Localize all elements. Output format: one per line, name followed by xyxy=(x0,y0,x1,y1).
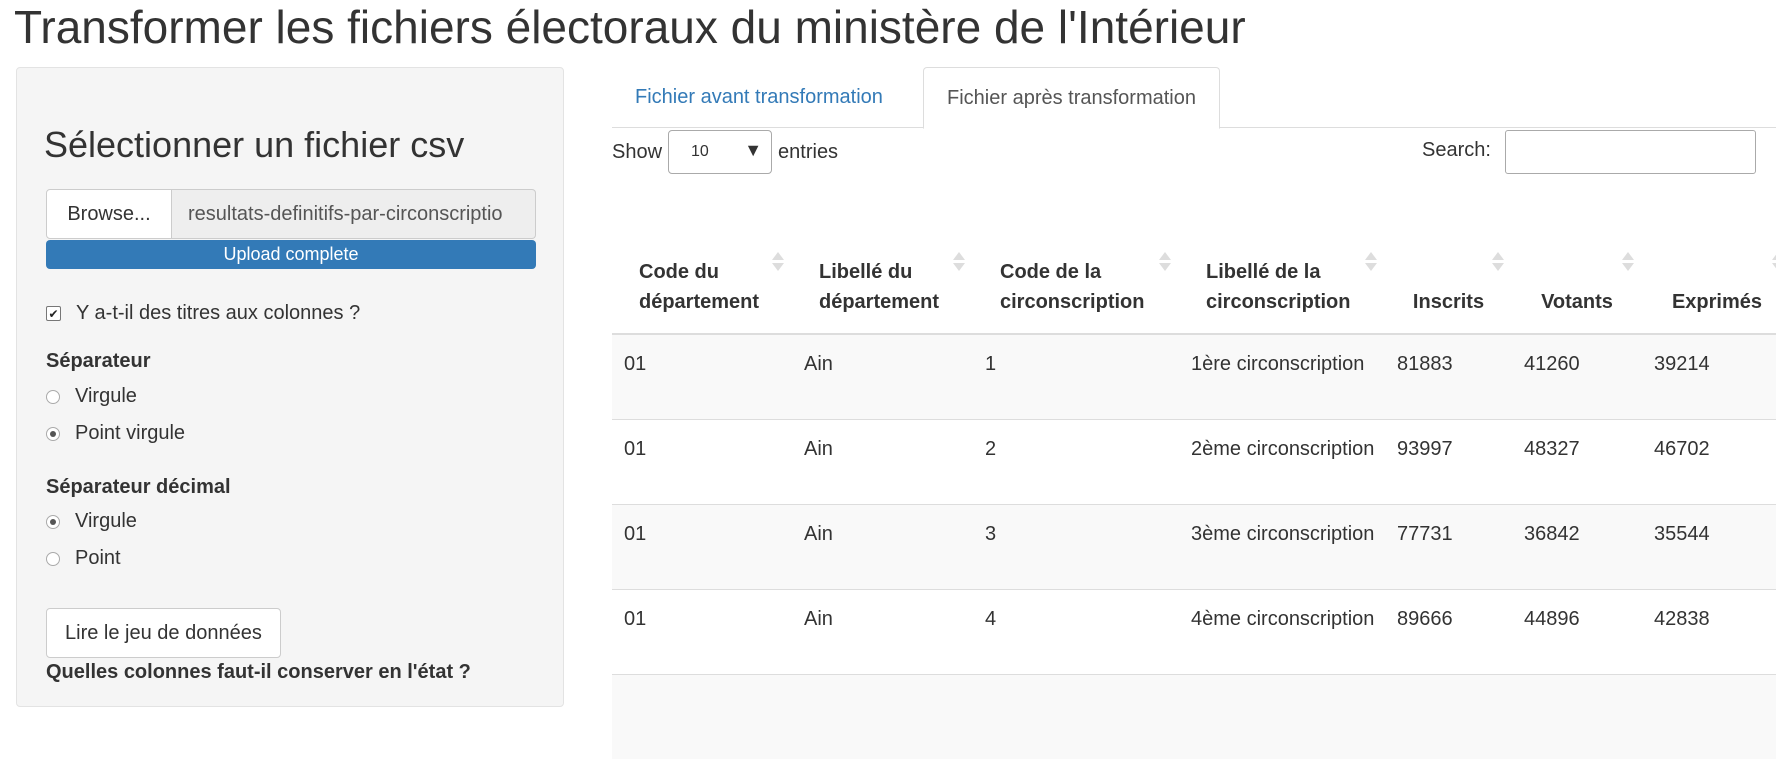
file-section-heading: Sélectionner un fichier csv xyxy=(44,124,465,165)
sort-icon xyxy=(1772,252,1776,274)
table-cell xyxy=(973,673,1179,759)
file-input-group: Browse... resultats-definitifs-par-circo… xyxy=(46,189,536,239)
table-cell: 1ère circonscription xyxy=(1179,333,1385,419)
decimal-option-point[interactable]: Point xyxy=(46,547,121,570)
table-cell: 01 xyxy=(612,588,792,674)
search-label: Search: xyxy=(1422,139,1491,161)
table-header-row: Code du département Libellé du départeme… xyxy=(612,246,1776,335)
radio-button[interactable] xyxy=(46,426,60,441)
table-cell: 77731 xyxy=(1385,503,1512,589)
table-cell: 4ème circonscription xyxy=(1179,588,1385,674)
table-cell: 4 xyxy=(973,588,1179,674)
decimal-option-virgule[interactable]: Virgule xyxy=(46,510,137,533)
radio-button[interactable] xyxy=(46,514,60,529)
sort-icon xyxy=(1365,252,1377,274)
radio-label: Point xyxy=(75,547,121,569)
table-row: 01 Ain 1 1ère circonscription 81883 4126… xyxy=(612,333,1776,419)
header-checkbox-label: Y a-t-il des titres aux colonnes ? xyxy=(76,302,361,324)
table-cell: 01 xyxy=(612,333,792,419)
tab-bar: Fichier avant transformation Fichier apr… xyxy=(612,67,1776,129)
table-cell: 2 xyxy=(973,418,1179,504)
dropdown-arrow-icon: ▼ xyxy=(744,140,763,160)
table-cell: 41260 xyxy=(1512,333,1642,419)
table-row xyxy=(612,673,1776,759)
table-cell: Ain xyxy=(792,418,973,504)
sort-icon xyxy=(772,252,784,274)
data-table: Code du département Libellé du départeme… xyxy=(612,246,1776,759)
column-header-libelle-departement[interactable]: Libellé du département xyxy=(792,246,973,335)
separator-label: Séparateur xyxy=(46,350,151,372)
table-cell: 89666 xyxy=(1385,588,1512,674)
table-cell: Ain xyxy=(792,333,973,419)
header-checkbox-row[interactable]: ✔ Y a-t-il des titres aux colonnes ? xyxy=(46,302,360,325)
table-cell: 01 xyxy=(612,503,792,589)
table-row: 01 Ain 3 3ème circonscription 77731 3684… xyxy=(612,503,1776,589)
tab-before-transformation[interactable]: Fichier avant transformation xyxy=(612,67,906,128)
column-header-inscrits[interactable]: Inscrits xyxy=(1385,246,1512,335)
entries-length-value: 10 xyxy=(691,143,709,160)
table-cell: 36842 xyxy=(1512,503,1642,589)
header-checkbox[interactable]: ✔ xyxy=(46,306,61,321)
table-cell xyxy=(1642,673,1776,759)
table-cell: Ain xyxy=(792,503,973,589)
decimal-separator-label: Séparateur décimal xyxy=(46,476,231,498)
table-cell xyxy=(1385,673,1512,759)
radio-label: Point virgule xyxy=(75,422,186,444)
sort-icon xyxy=(953,252,965,274)
entries-label: entries xyxy=(778,140,839,163)
table-cell: 35544 xyxy=(1642,503,1776,589)
sort-icon xyxy=(1622,252,1634,274)
table-cell: 3 xyxy=(973,503,1179,589)
read-dataset-button[interactable]: Lire le jeu de données xyxy=(46,608,281,658)
column-header-votants[interactable]: Votants xyxy=(1512,246,1642,335)
table-cell: 39214 xyxy=(1642,333,1776,419)
table-cell xyxy=(1512,673,1642,759)
table-cell: 44896 xyxy=(1512,588,1642,674)
table-cell: 1 xyxy=(973,333,1179,419)
table-cell: 42838 xyxy=(1642,588,1776,674)
tab-after-transformation[interactable]: Fichier après transformation xyxy=(923,67,1220,129)
table-cell: 46702 xyxy=(1642,418,1776,504)
table-cell: 01 xyxy=(612,418,792,504)
radio-button[interactable] xyxy=(46,389,60,404)
table-row: 01 Ain 2 2ème circonscription 93997 4832… xyxy=(612,418,1776,504)
table-row: 01 Ain 4 4ème circonscription 89666 4489… xyxy=(612,588,1776,674)
radio-label: Virgule xyxy=(75,510,137,532)
table-cell: 2ème circonscription xyxy=(1179,418,1385,504)
entries-length-control: Show 10 ▼ entries xyxy=(612,130,838,174)
table-cell: 48327 xyxy=(1512,418,1642,504)
table-search-input[interactable] xyxy=(1505,130,1756,174)
radio-button[interactable] xyxy=(46,551,60,566)
file-name-field: resultats-definitifs-par-circonscriptio xyxy=(172,189,536,239)
table-cell xyxy=(612,673,792,759)
sort-icon xyxy=(1159,252,1171,274)
upload-progress-bar: Upload complete xyxy=(46,240,536,269)
separator-option-virgule[interactable]: Virgule xyxy=(46,385,137,408)
table-cell xyxy=(1179,673,1385,759)
table-cell: 3ème circonscription xyxy=(1179,503,1385,589)
table-cell xyxy=(792,673,973,759)
page-title: Transformer les fichiers électoraux du m… xyxy=(14,1,1246,53)
table-cell: 81883 xyxy=(1385,333,1512,419)
keep-columns-label: Quelles colonnes faut-il conserver en l'… xyxy=(46,661,471,683)
radio-label: Virgule xyxy=(75,385,137,407)
column-header-libelle-circonscription[interactable]: Libellé de la circonscription xyxy=(1179,246,1385,335)
table-cell: 93997 xyxy=(1385,418,1512,504)
upload-status-label: Upload complete xyxy=(223,244,359,264)
browse-button[interactable]: Browse... xyxy=(46,189,172,239)
separator-option-point-virgule[interactable]: Point virgule xyxy=(46,422,185,445)
entries-length-select[interactable]: 10 ▼ xyxy=(668,130,773,174)
column-header-exprimes[interactable]: Exprimés xyxy=(1642,246,1776,335)
column-header-code-departement[interactable]: Code du département xyxy=(612,246,792,335)
column-header-code-circonscription[interactable]: Code de la circonscription xyxy=(973,246,1179,335)
sort-icon xyxy=(1492,252,1504,274)
show-label: Show xyxy=(612,140,663,163)
table-cell: Ain xyxy=(792,588,973,674)
